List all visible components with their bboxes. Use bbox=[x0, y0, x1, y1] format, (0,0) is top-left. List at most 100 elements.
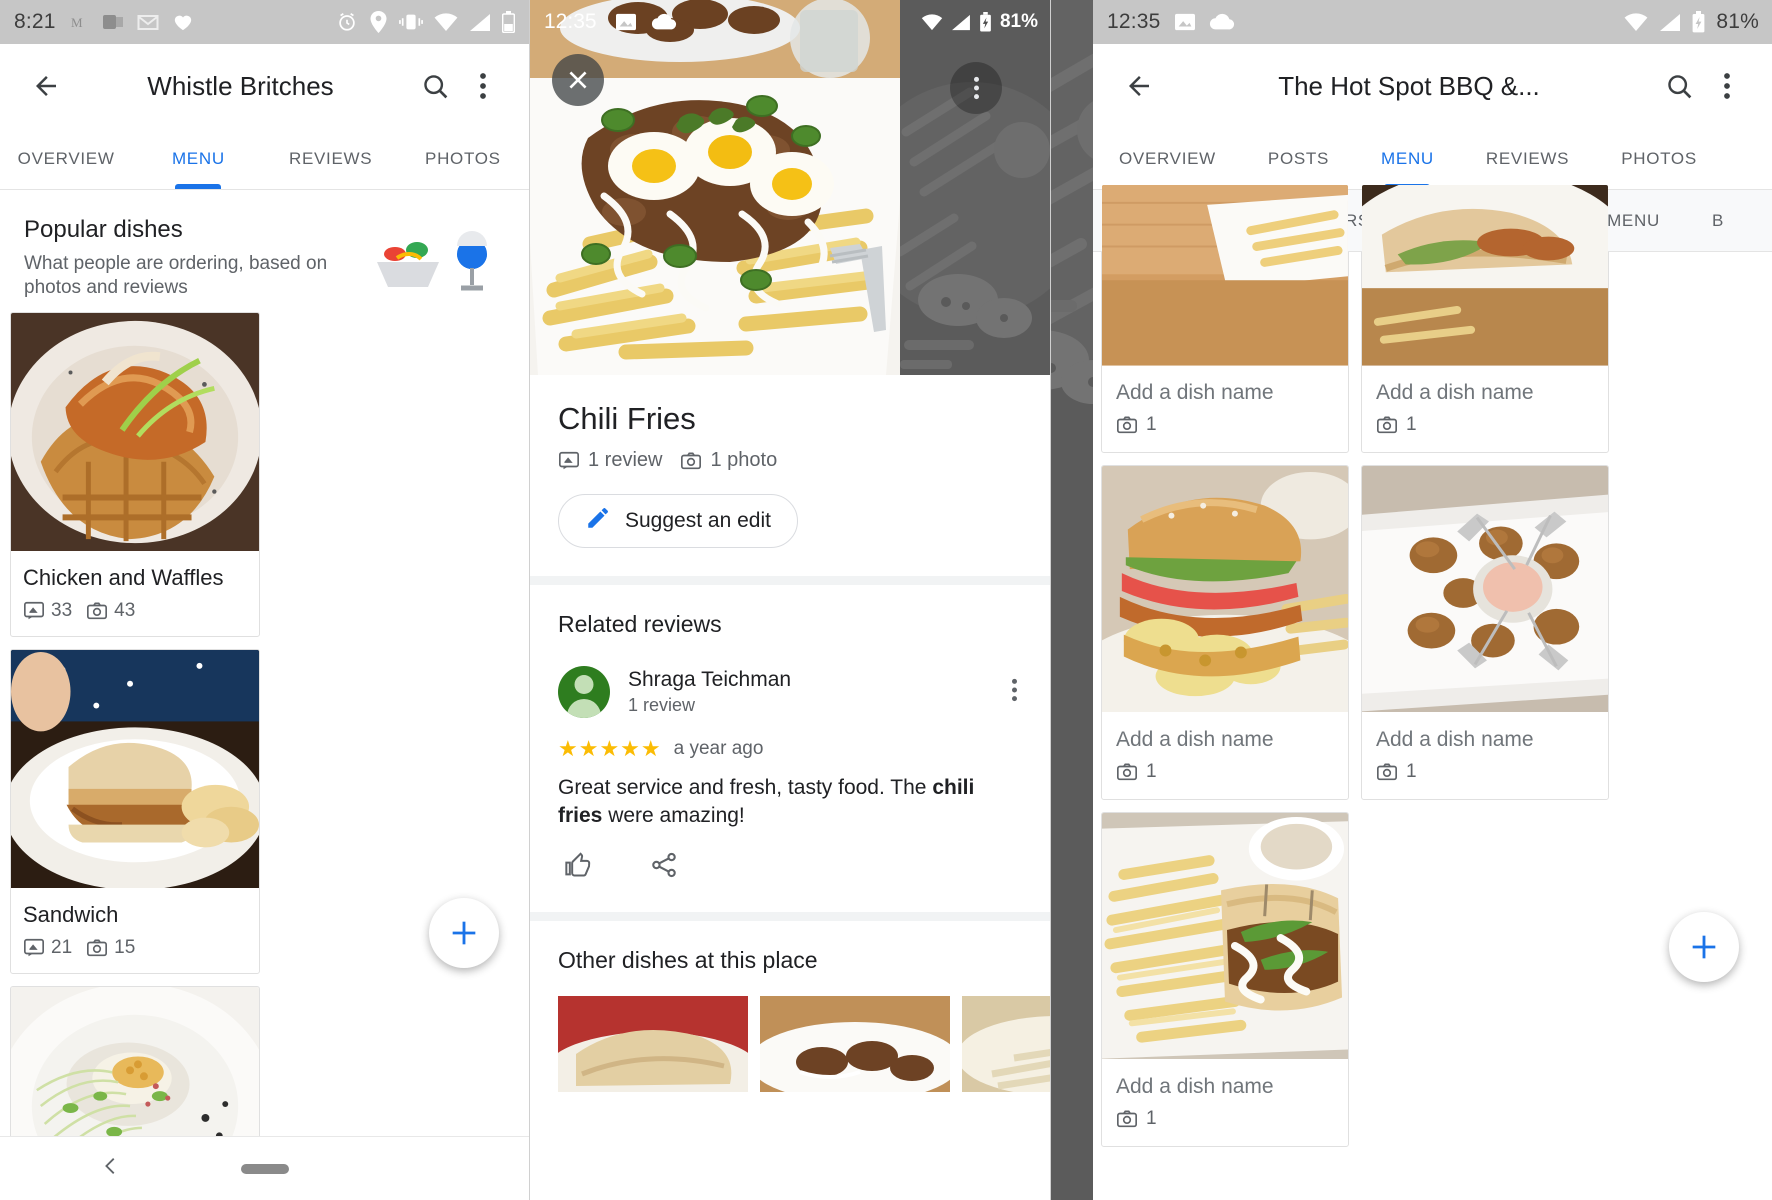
suggest-an-edit-button[interactable]: Suggest an edit bbox=[558, 494, 798, 548]
photo-icon bbox=[1377, 763, 1397, 781]
more-options-button[interactable] bbox=[950, 62, 1002, 114]
battery-charging-icon bbox=[979, 12, 992, 32]
review-count: 33 bbox=[51, 599, 73, 621]
review-more-button[interactable] bbox=[1007, 671, 1022, 714]
tab-photos[interactable]: PHOTOS bbox=[397, 128, 529, 189]
menu-card[interactable]: Add a dish name 1 bbox=[1361, 465, 1609, 800]
photo-icon bbox=[1117, 763, 1137, 781]
menu-card[interactable]: Add a dish name 1 bbox=[1361, 184, 1609, 453]
menu-card[interactable]: Add a dish name 1 bbox=[1101, 812, 1349, 1147]
popular-dishes-title: Popular dishes bbox=[24, 216, 183, 243]
other-dish-thumb[interactable] bbox=[558, 996, 748, 1093]
status-time: 12:35 bbox=[1107, 10, 1161, 33]
dish-photo bbox=[1102, 466, 1348, 714]
nav-back-button[interactable] bbox=[100, 1155, 122, 1182]
back-button[interactable] bbox=[1115, 62, 1163, 110]
status-bar: 12:35 bbox=[530, 0, 900, 44]
review-author-row: Shraga Teichman 1 review bbox=[558, 666, 1022, 718]
tab-photos[interactable]: PHOTOS bbox=[1595, 128, 1723, 189]
tab-overview[interactable]: OVERVIEW bbox=[1093, 128, 1242, 189]
other-dish-thumb[interactable] bbox=[962, 996, 1050, 1093]
page-title: Whistle Britches bbox=[147, 70, 334, 101]
tab-overview[interactable]: OVERVIEW bbox=[0, 128, 132, 189]
photo-count: 1 bbox=[1406, 414, 1417, 435]
menu-card[interactable]: Add a dish name 1 bbox=[1101, 184, 1349, 453]
photo-count: 1 bbox=[1146, 761, 1157, 782]
alarm-icon bbox=[336, 11, 358, 33]
more-options-button[interactable] bbox=[459, 62, 507, 110]
tab-menu[interactable]: MENU bbox=[132, 128, 264, 189]
dish-name-placeholder[interactable]: Add a dish name bbox=[1116, 1075, 1334, 1099]
dish-hero: 12:35 81% bbox=[530, 0, 1050, 375]
dish-name-placeholder[interactable]: Add a dish name bbox=[1116, 381, 1334, 405]
photo-icon bbox=[681, 451, 702, 469]
home-pill[interactable] bbox=[241, 1163, 289, 1174]
dish-name: Chicken and Waffles bbox=[23, 564, 224, 590]
search-button[interactable] bbox=[1655, 62, 1703, 110]
dish-card-sandwich[interactable]: Sandwich 21 15 bbox=[10, 648, 260, 974]
battery-charging-icon bbox=[1692, 11, 1705, 33]
dish-name: Sandwich bbox=[23, 901, 119, 927]
dish-card-chicken-and-waffles[interactable]: Chicken and Waffles 33 43 bbox=[10, 311, 260, 637]
panel-whistle-britches: 8:21 M Whistle Britches OVERVIEW MENU RE… bbox=[0, 0, 530, 1200]
system-nav-bar bbox=[0, 1136, 529, 1200]
panel-chili-fries-detail: 12:35 81% Chili Fries 1 review 1 photo S… bbox=[530, 0, 1050, 1200]
review-text: Great service and fresh, tasty food. The… bbox=[558, 774, 1022, 829]
cell-signal-icon bbox=[1659, 13, 1681, 32]
popular-dishes-subtitle: What people are ordering, based on photo… bbox=[24, 253, 328, 298]
photo-icon bbox=[1377, 416, 1397, 434]
dish-photo bbox=[1362, 185, 1608, 367]
share-button[interactable] bbox=[650, 851, 678, 884]
battery-percent: 81% bbox=[999, 11, 1038, 32]
subtab-overflow[interactable]: B bbox=[1686, 190, 1750, 251]
add-dish-fab[interactable] bbox=[1669, 912, 1739, 982]
outlook-icon bbox=[102, 12, 124, 32]
screenshot-icon bbox=[1174, 12, 1196, 32]
review-icon bbox=[24, 601, 44, 619]
dish-name-placeholder[interactable]: Add a dish name bbox=[1116, 728, 1334, 752]
screenshot-icon bbox=[615, 12, 637, 32]
other-dish-thumb[interactable] bbox=[760, 996, 950, 1093]
dish-photo bbox=[11, 649, 259, 890]
star-rating: ★★★★★ bbox=[558, 736, 662, 761]
tab-menu[interactable]: MENU bbox=[1355, 128, 1460, 189]
heart-icon bbox=[172, 12, 194, 32]
tab-reviews[interactable]: REVIEWS bbox=[265, 128, 397, 189]
menu-card[interactable]: Add a dish name 1 bbox=[1101, 465, 1349, 800]
tab-reviews[interactable]: REVIEWS bbox=[1460, 128, 1595, 189]
svg-text:M: M bbox=[71, 15, 83, 30]
hero-next-photo[interactable] bbox=[900, 0, 1050, 375]
dish-photo bbox=[1102, 185, 1348, 367]
menu-card-grid: Add a dish name 1 Add a dish name 1 Add … bbox=[1093, 184, 1772, 1147]
status-bar: 8:21 M bbox=[0, 0, 529, 44]
related-reviews-title: Related reviews bbox=[558, 611, 722, 637]
dish-counts: 1 bbox=[1116, 1108, 1334, 1130]
dish-name-placeholder[interactable]: Add a dish name bbox=[1376, 728, 1594, 752]
review-text-before: Great service and fresh, tasty food. The bbox=[558, 776, 933, 799]
more-options-button[interactable] bbox=[1703, 62, 1751, 110]
like-button[interactable] bbox=[564, 851, 592, 884]
add-dish-fab[interactable] bbox=[429, 898, 499, 968]
dish-counts: 1 bbox=[1376, 414, 1594, 436]
cell-signal-icon bbox=[951, 14, 971, 31]
page-title: The Hot Spot BBQ &... bbox=[1278, 70, 1540, 101]
dish-counts: 21 15 bbox=[23, 937, 247, 959]
app-bar: The Hot Spot BBQ &... bbox=[1093, 44, 1772, 128]
dish-photo bbox=[11, 312, 259, 553]
dish-counts: 1 bbox=[1376, 761, 1594, 783]
status-bar: 12:35 bbox=[1093, 0, 1772, 44]
search-button[interactable] bbox=[411, 62, 459, 110]
photo-icon bbox=[87, 938, 108, 956]
close-button[interactable] bbox=[552, 54, 604, 106]
gmail-icon bbox=[137, 12, 159, 32]
cell-signal-icon bbox=[469, 13, 491, 32]
tab-posts[interactable]: POSTS bbox=[1242, 128, 1355, 189]
review-text-after: were amazing! bbox=[602, 803, 745, 827]
dish-counts: 1 bbox=[1116, 761, 1334, 783]
medium-icon: M bbox=[69, 12, 89, 32]
back-button[interactable] bbox=[22, 62, 70, 110]
dish-name-placeholder[interactable]: Add a dish name bbox=[1376, 381, 1594, 405]
status-time: 8:21 bbox=[14, 10, 56, 33]
photo-count: 15 bbox=[114, 936, 136, 958]
status-bar-secondary: 81% bbox=[900, 0, 1050, 44]
